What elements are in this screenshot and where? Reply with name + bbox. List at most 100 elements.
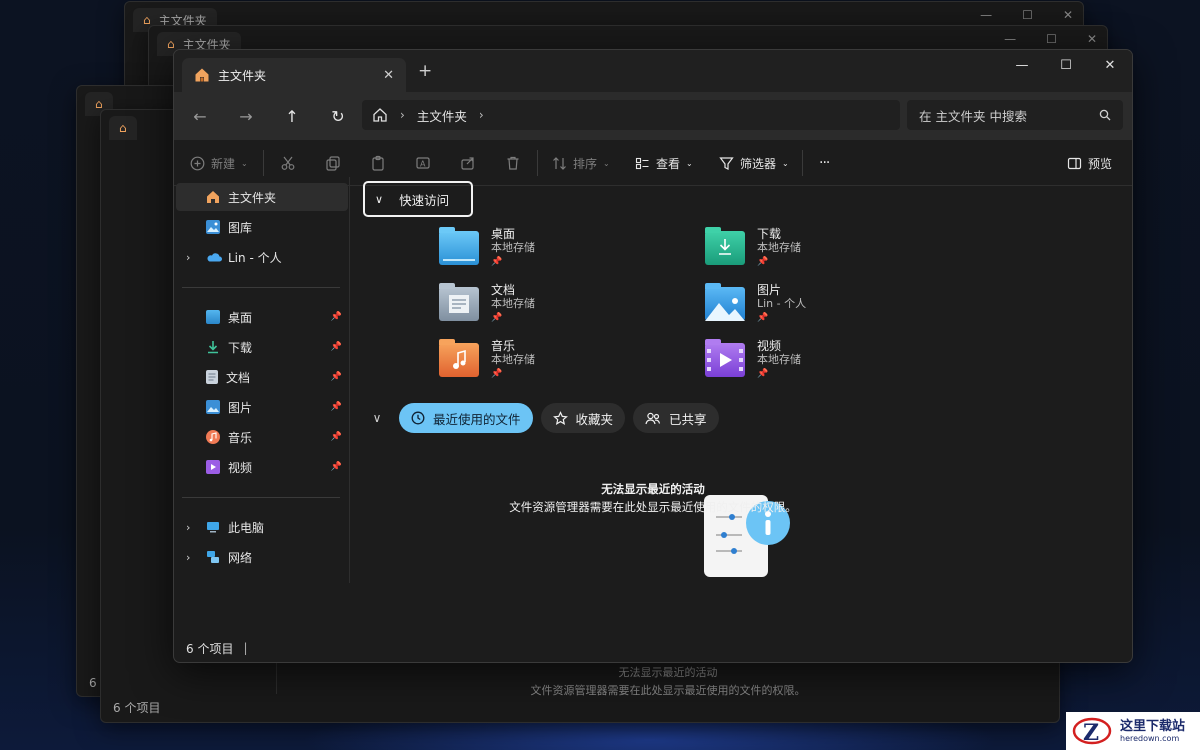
minimize-button[interactable]: — [1000, 50, 1044, 80]
up-button[interactable]: ↑ [272, 100, 312, 132]
network-icon [206, 550, 220, 564]
chevron-down-icon: ⌄ [603, 158, 610, 168]
pin-icon: 📌 [757, 369, 769, 379]
sidebar-item-home[interactable]: 主文件夹 [176, 183, 348, 211]
onedrive-icon [206, 250, 222, 264]
pin-icon[interactable]: 📌 [331, 432, 342, 442]
sidebar-item-videos[interactable]: 视频 📌 [176, 453, 348, 481]
filter-icon [719, 156, 734, 170]
sidebar-item-downloads[interactable]: 下载 📌 [176, 333, 348, 361]
music-folder-icon [439, 339, 479, 377]
view-button[interactable]: 查看 ⌄ [635, 148, 693, 178]
refresh-button[interactable]: ↻ [318, 100, 358, 132]
sidebar-item-documents[interactable]: 文档 📌 [176, 363, 348, 391]
chevron-down-icon[interactable]: ∨ [363, 411, 391, 425]
plus-circle-icon [190, 156, 205, 170]
empty-state-description: 文件资源管理器需要在此处显示最近使用的文件的权限。 [509, 500, 797, 514]
quick-access-item-downloads[interactable]: 下载 本地存储 📌 [705, 227, 925, 277]
search-box[interactable]: 在 主文件夹 中搜索 [907, 100, 1123, 130]
title-bar: 主文件夹 ✕ + — ☐ ✕ [174, 50, 1132, 92]
pin-icon[interactable]: 📌 [331, 342, 342, 352]
videos-folder-icon [705, 339, 745, 377]
sidebar-item-gallery[interactable]: 图库 [176, 213, 348, 241]
home-icon: ⌂ [167, 37, 175, 51]
svg-text:A: A [420, 160, 426, 169]
downloads-folder-icon [705, 227, 745, 265]
preview-pane-icon [1067, 157, 1082, 169]
favorites-tab[interactable]: 收藏夹 [540, 403, 626, 433]
svg-text:Z: Z [1083, 720, 1099, 746]
recent-files-tab[interactable]: 最近使用的文件 [399, 403, 533, 433]
shared-tab[interactable]: 已共享 [633, 403, 719, 433]
home-icon: ⌂ [95, 97, 103, 111]
sidebar-item-network[interactable]: › 网络 [176, 543, 348, 571]
pin-icon[interactable]: 📌 [331, 312, 342, 322]
home-icon [195, 68, 209, 82]
quick-access-item-desktop[interactable]: 桌面 本地存储 📌 [439, 227, 659, 277]
home-icon: ⌂ [119, 121, 127, 135]
desktop-folder-icon [439, 227, 479, 265]
more-options-button[interactable]: ··· [819, 148, 830, 178]
back-button[interactable]: ← [180, 100, 220, 132]
filter-button[interactable]: 筛选器 ⌄ [719, 148, 789, 178]
close-tab-button[interactable]: ✕ [383, 68, 394, 83]
sort-button[interactable]: 排序 ⌄ [552, 148, 610, 178]
preview-pane-button[interactable]: 预览 [1067, 148, 1112, 178]
chevron-down-icon: ⌄ [782, 158, 789, 168]
new-button[interactable]: 新建 ⌄ [190, 148, 248, 178]
navigation-pane: 主文件夹 图库 › Lin - 个人 桌面 📌 下载 📌 文档 📌 图片 📌 音… [174, 177, 350, 583]
clock-icon [411, 411, 425, 425]
trash-icon [507, 156, 519, 170]
close-window-button[interactable]: ✕ [1088, 50, 1132, 80]
share-button[interactable] [460, 148, 476, 178]
rename-button[interactable]: A [415, 148, 431, 178]
cut-button[interactable] [280, 148, 296, 178]
file-explorer-window[interactable]: 主文件夹 ✕ + — ☐ ✕ ← → ↑ ↻ › 主文件夹 › 在 主文件夹 中… [173, 49, 1133, 663]
pin-icon[interactable]: 📌 [331, 372, 342, 382]
sidebar-item-desktop[interactable]: 桌面 📌 [176, 303, 348, 331]
chevron-right-icon: › [400, 108, 405, 122]
site-logo-icon: Z [1072, 716, 1114, 746]
chevron-right-icon[interactable]: › [186, 521, 190, 534]
gallery-icon [206, 220, 220, 234]
forward-button[interactable]: → [226, 100, 266, 132]
paste-button[interactable] [370, 148, 386, 178]
copy-button[interactable] [325, 148, 341, 178]
content-area: ∨ 快速访问 桌面 本地存储 📌 下载 本地存储 📌 文档 本地存储 📌 图片 Lin - 个… [351, 177, 1132, 583]
chevron-right-icon[interactable]: › [479, 108, 484, 122]
quick-access-item-music[interactable]: 音乐 本地存储 📌 [439, 339, 659, 389]
breadcrumb-home[interactable]: 主文件夹 [417, 106, 467, 125]
documents-icon [206, 370, 218, 384]
sidebar-item-pictures[interactable]: 图片 📌 [176, 393, 348, 421]
star-icon [552, 410, 568, 425]
delete-button[interactable] [505, 148, 521, 178]
divider [802, 150, 803, 176]
videos-icon [206, 460, 220, 474]
sidebar-item-this-pc[interactable]: › 此电脑 [176, 513, 348, 541]
pin-icon: 📌 [491, 313, 503, 323]
new-tab-button[interactable]: + [418, 61, 432, 81]
quick-access-item-videos[interactable]: 视频 本地存储 📌 [705, 339, 925, 389]
chevron-right-icon[interactable]: › [186, 551, 190, 564]
quick-access-item-pictures[interactable]: 图片 Lin - 个人 📌 [705, 283, 925, 333]
quick-access-item-documents[interactable]: 文档 本地存储 📌 [439, 283, 659, 333]
people-icon [645, 412, 661, 424]
tab-home[interactable]: 主文件夹 ✕ [182, 58, 406, 92]
item-count: 6 个项目 [186, 641, 234, 656]
quick-access-header[interactable]: ∨ 快速访问 [363, 181, 473, 217]
address-bar[interactable]: › 主文件夹 › [362, 100, 900, 130]
pin-icon[interactable]: 📌 [331, 462, 342, 472]
chevron-right-icon[interactable]: › [186, 251, 190, 264]
pin-icon: 📌 [757, 257, 769, 267]
maximize-button[interactable]: ☐ [1044, 50, 1088, 80]
divider: | [243, 641, 248, 655]
sidebar-item-onedrive[interactable]: › Lin - 个人 [176, 243, 348, 271]
divider [263, 150, 264, 176]
sidebar-item-music[interactable]: 音乐 📌 [176, 423, 348, 451]
tab-title: 主文件夹 [218, 68, 267, 83]
download-icon [206, 340, 220, 354]
pin-icon[interactable]: 📌 [331, 402, 342, 412]
pin-icon: 📌 [757, 313, 769, 323]
status-count: 6 个项目 [113, 701, 161, 715]
copy-icon [326, 156, 340, 171]
